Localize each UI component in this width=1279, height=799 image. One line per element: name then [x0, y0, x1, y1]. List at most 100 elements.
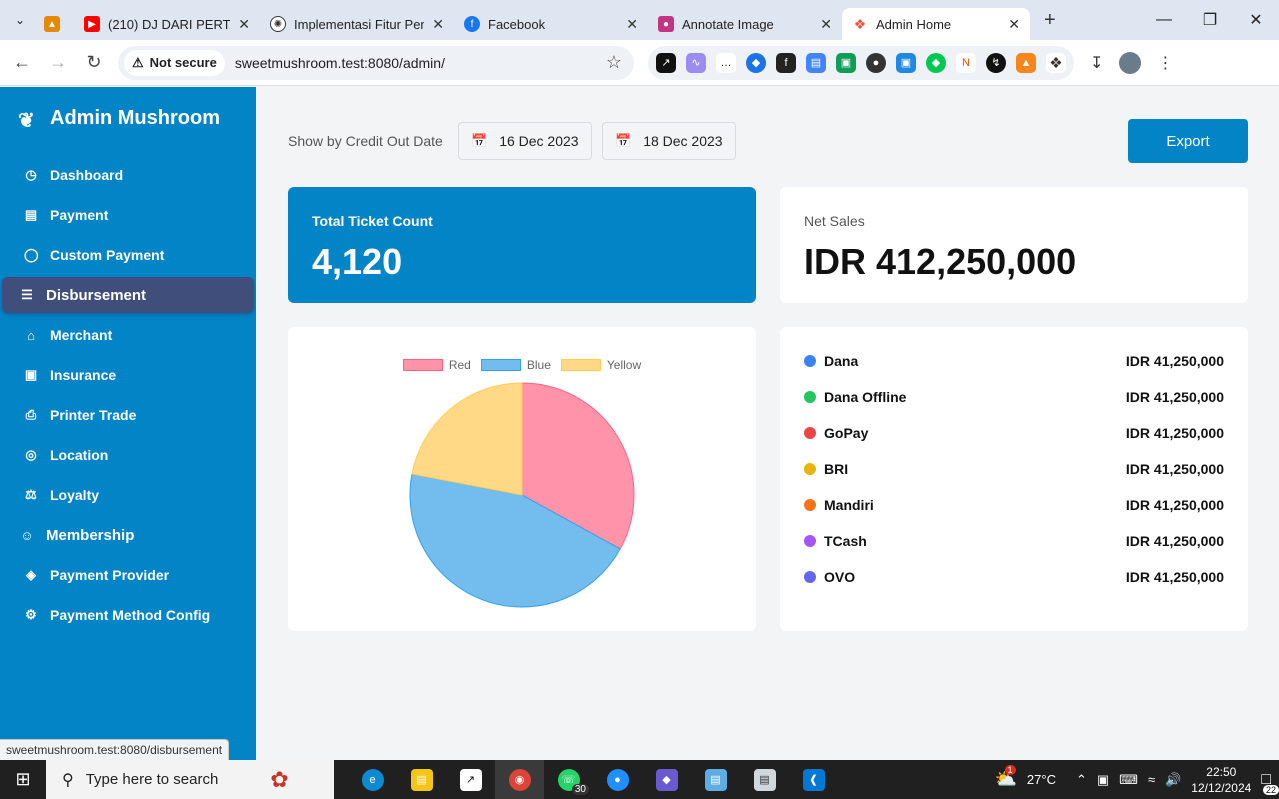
bookmark-star-icon[interactable]: ☆: [606, 52, 622, 73]
extension-icon[interactable]: …: [716, 52, 736, 73]
tab-admin-home[interactable]: ❖ Admin Home ✕: [842, 8, 1030, 40]
volume-icon[interactable]: 🔊: [1165, 772, 1181, 788]
sidebar-item-insurance[interactable]: ▣ Insurance: [2, 357, 254, 393]
notification-icon[interactable]: □ 22: [1261, 771, 1279, 795]
payment-name: GoPay: [824, 425, 869, 441]
sidebar-item-disbursement[interactable]: ☰ Disbursement: [2, 277, 254, 313]
sidebar-item-payment-provider[interactable]: ◈ Payment Provider: [2, 557, 254, 593]
extension-icon[interactable]: ↯: [986, 52, 1006, 73]
extension-icon[interactable]: ↗: [656, 52, 676, 73]
sidebar-item-loyalty[interactable]: ⚖ Loyalty: [2, 477, 254, 513]
payment-row-dana-offline: Dana Offline IDR 41,250,000: [804, 387, 1224, 407]
payment-name: Dana Offline: [824, 389, 907, 405]
restore-icon[interactable]: ❐: [1187, 10, 1233, 30]
security-chip[interactable]: ⚠ Not secure: [124, 49, 225, 76]
chevron-up-icon[interactable]: ⌃: [1076, 772, 1087, 788]
end-date-picker[interactable]: 📅 18 Dec 2023: [602, 122, 736, 160]
layers-icon: ◈: [26, 567, 36, 582]
git-icon[interactable]: ◆: [642, 760, 691, 799]
close-tab-icon[interactable]: ✕: [1008, 16, 1020, 33]
extension-icon[interactable]: ◆: [926, 52, 946, 73]
pie-chart: [409, 382, 635, 608]
clock-time: 22:50: [1206, 764, 1237, 779]
start-date-picker[interactable]: 📅 16 Dec 2023: [458, 122, 592, 160]
weather-icon[interactable]: ⛅ 1: [995, 765, 1017, 790]
taskbar-search[interactable]: ⚲ Type here to search ✿: [46, 760, 334, 799]
taskbar-search-placeholder: Type here to search: [85, 771, 219, 788]
chrome-icon[interactable]: ◉: [495, 760, 544, 799]
close-tab-icon[interactable]: ✕: [432, 16, 444, 33]
avatar[interactable]: [1119, 51, 1142, 74]
file-explorer-icon[interactable]: ▤: [397, 760, 446, 799]
extension-icon[interactable]: f: [776, 52, 796, 73]
minimize-icon[interactable]: —: [1141, 11, 1187, 29]
app-icon[interactable]: ▤: [691, 760, 740, 799]
edge-icon[interactable]: e: [348, 760, 397, 799]
extension-icon[interactable]: ▤: [806, 52, 826, 73]
menu-icon[interactable]: ⋮: [1157, 53, 1173, 73]
status-dot: [804, 535, 816, 547]
export-button[interactable]: Export: [1128, 119, 1248, 163]
vscode-icon[interactable]: ❰: [789, 760, 838, 799]
clock[interactable]: 22:50 12/12/2024: [1191, 764, 1251, 796]
poinsettia-icon: ✿: [270, 766, 289, 792]
reload-icon[interactable]: ↻: [76, 52, 112, 73]
warning-icon: ⚠: [132, 54, 144, 70]
url-text[interactable]: sweetmushroom.test:8080/admin/: [235, 55, 606, 71]
sidebar-item-membership[interactable]: ☺ Membership: [2, 517, 254, 553]
close-tab-icon[interactable]: ✕: [238, 16, 250, 33]
sidebar-item-printer-trade[interactable]: ⎙ Printer Trade: [2, 397, 254, 433]
sidebar-item-custom-payment[interactable]: ◯ Custom Payment: [2, 237, 254, 273]
app-icon[interactable]: ▤: [740, 760, 789, 799]
forward-icon[interactable]: →: [40, 52, 76, 73]
laravel-icon: ❖: [852, 15, 868, 32]
windows-start-icon[interactable]: ⊞: [0, 769, 46, 790]
sidebar-item-label: Dashboard: [50, 167, 124, 183]
extension-icon[interactable]: ▣: [836, 52, 856, 73]
extension-icon[interactable]: ◆: [746, 52, 766, 73]
sidebar-item-dashboard[interactable]: ◷ Dashboard: [2, 157, 254, 193]
wifi-icon[interactable]: ≈: [1148, 772, 1155, 787]
tableplus-icon[interactable]: ●: [593, 760, 642, 799]
extension-icon[interactable]: ∿: [686, 52, 706, 73]
brand[interactable]: ❦ Admin Mushroom: [18, 107, 220, 132]
bank-icon: ⌂: [27, 327, 35, 343]
payment-row-ovo: OVO IDR 41,250,000: [804, 567, 1224, 587]
new-tab-button[interactable]: +: [1044, 9, 1056, 32]
extension-icon[interactable]: ▣: [896, 52, 916, 73]
omnibox[interactable]: ⚠ Not secure sweetmushroom.test:8080/adm…: [118, 45, 634, 80]
extension-icon[interactable]: ●: [866, 52, 886, 73]
tab-youtube[interactable]: ▶ (210) DJ DARI PERTAMA ✕: [74, 8, 260, 40]
tab-implementasi[interactable]: ✺ Implementasi Fitur Penc ✕: [260, 8, 454, 40]
tab-search-button[interactable]: ⌄: [6, 6, 34, 34]
puzzle-icon[interactable]: ❖: [1046, 52, 1066, 73]
payment-row-gopay: GoPay IDR 41,250,000: [804, 423, 1224, 443]
close-tab-icon[interactable]: ✕: [626, 16, 638, 33]
download-icon[interactable]: ↧: [1090, 53, 1103, 73]
tab-1[interactable]: ▲: [34, 8, 74, 40]
sidebar-item-payment-method-config[interactable]: ⚙ Payment Method Config: [2, 597, 254, 633]
temperature: 27°C: [1026, 772, 1056, 787]
sidebar-item-label: Insurance: [50, 367, 117, 383]
payment-name: OVO: [824, 569, 856, 585]
sidebar-item-merchant[interactable]: ⌂ Merchant: [2, 317, 254, 353]
close-window-icon[interactable]: ✕: [1233, 10, 1279, 30]
device-icon[interactable]: ▣: [1097, 772, 1109, 788]
gear-icon: ⚙: [25, 607, 37, 622]
calendar-icon: 📅: [615, 133, 632, 148]
app-icon[interactable]: ↗: [446, 760, 495, 799]
whatsapp-icon[interactable]: ☏ 30: [544, 760, 593, 799]
sidebar-item-location[interactable]: ◎ Location: [2, 437, 254, 473]
close-tab-icon[interactable]: ✕: [820, 16, 832, 33]
youtube-icon: ▶: [84, 16, 100, 32]
payment-amount: IDR 41,250,000: [1125, 353, 1224, 369]
extension-icon[interactable]: N: [956, 52, 976, 73]
metamask-icon[interactable]: ▲: [1016, 52, 1036, 73]
sidebar: ❦ Admin Mushroom ◷ Dashboard ▤ Payment ◯…: [0, 87, 256, 760]
tab-annotate-image[interactable]: ● Annotate Image ✕: [648, 8, 842, 40]
tab-facebook[interactable]: f Facebook ✕: [454, 8, 648, 40]
sidebar-item-payment[interactable]: ▤ Payment: [2, 197, 254, 233]
keyboard-icon[interactable]: ⌨: [1119, 772, 1138, 788]
back-icon[interactable]: ←: [4, 52, 40, 73]
tab-title: Facebook: [488, 16, 546, 32]
